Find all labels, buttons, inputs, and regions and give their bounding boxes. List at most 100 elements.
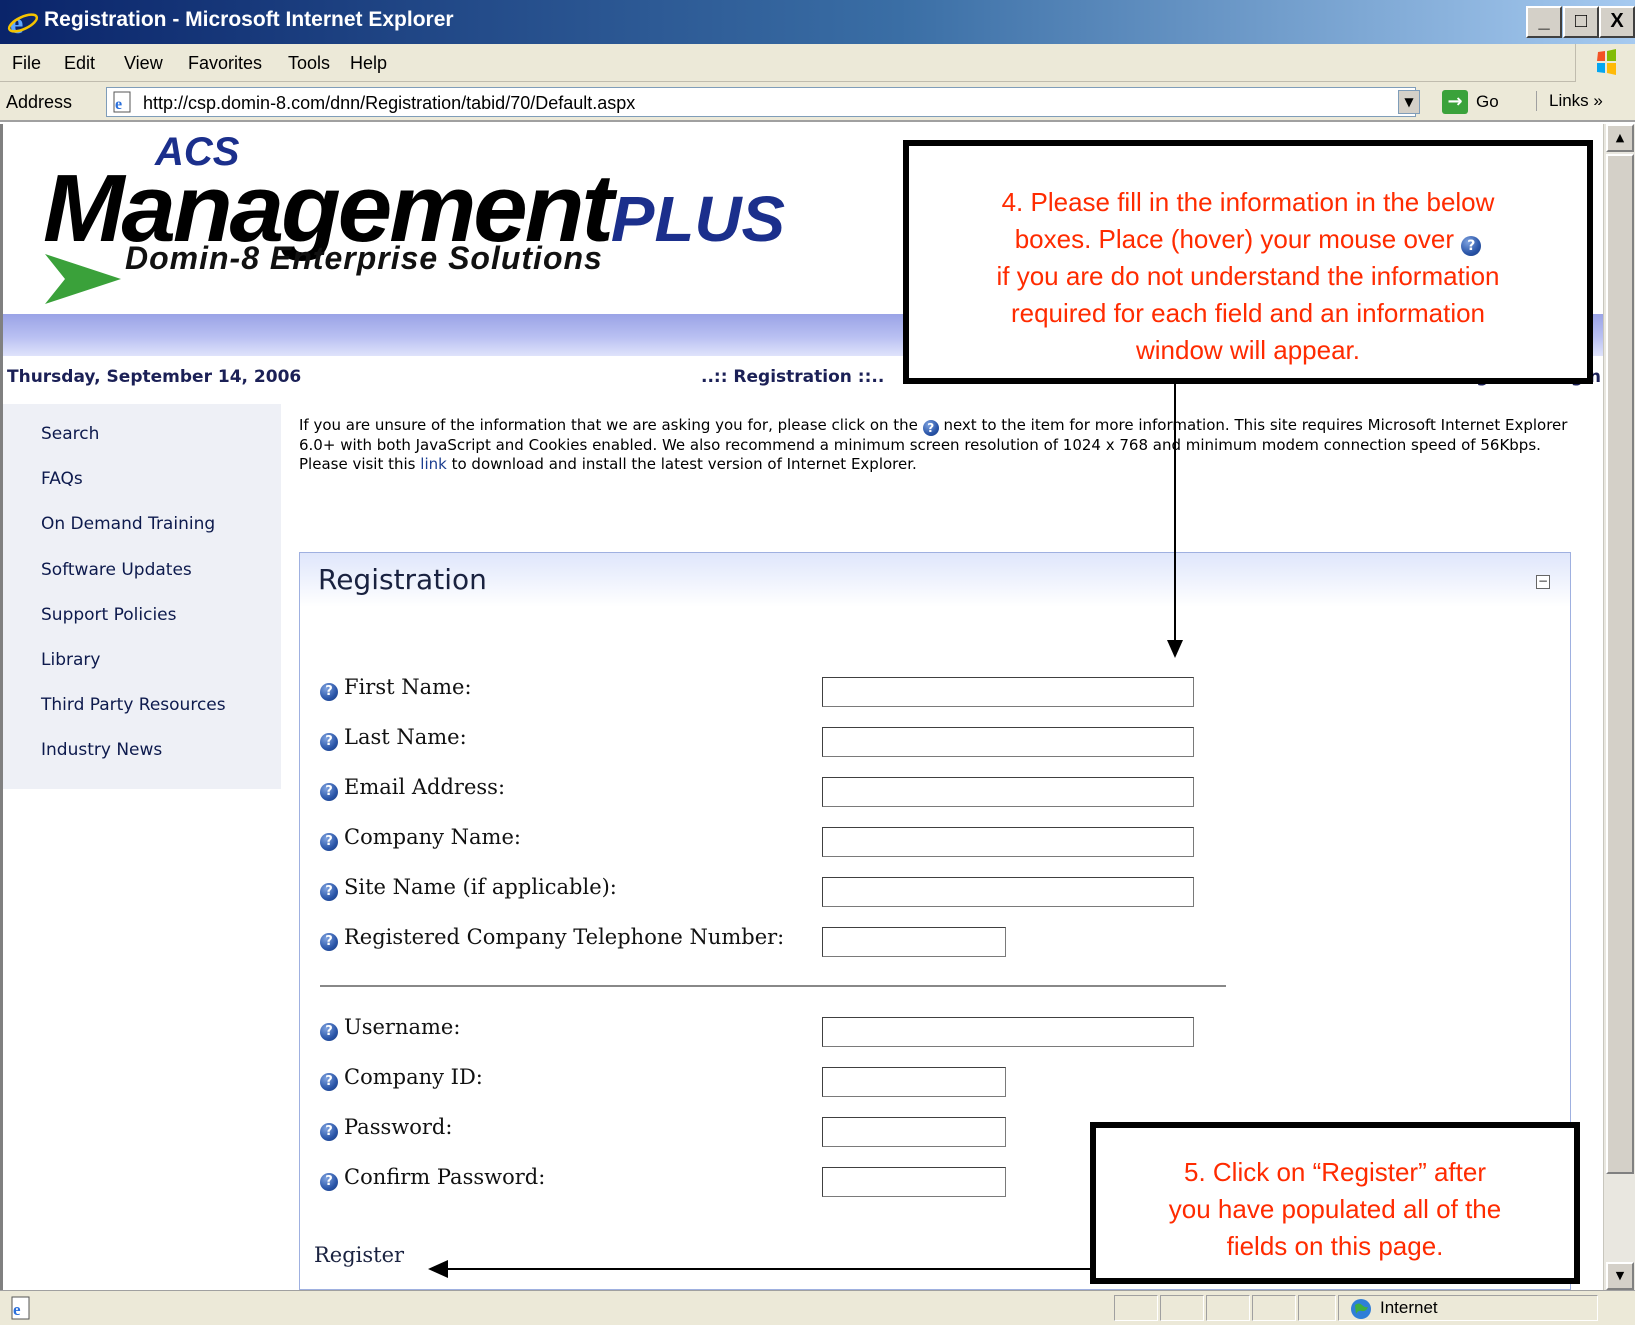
field-label: Confirm Password: xyxy=(344,1165,546,1189)
menu-file[interactable]: File xyxy=(12,53,41,74)
field-row-company-id: ? Company ID: xyxy=(320,1065,483,1091)
menu-edit[interactable]: Edit xyxy=(64,53,95,74)
maximize-button[interactable]: □ xyxy=(1563,6,1599,38)
telephone-input[interactable] xyxy=(822,927,1006,957)
collapse-icon[interactable]: − xyxy=(1536,575,1550,589)
site-name-input[interactable] xyxy=(822,877,1194,907)
current-date: Thursday, September 14, 2006 xyxy=(7,367,302,387)
callout-5-line-2: you have populated all of the xyxy=(1168,1194,1502,1224)
sidebar-item-support-policies[interactable]: Support Policies xyxy=(41,605,177,625)
sidebar-item-library[interactable]: Library xyxy=(41,650,100,670)
field-label: Company Name: xyxy=(344,825,521,849)
menu-tools[interactable]: Tools xyxy=(288,53,330,74)
address-label: Address xyxy=(6,92,73,112)
first-name-input[interactable] xyxy=(822,677,1194,707)
field-row-first-name: ? First Name: xyxy=(320,675,472,701)
breadcrumb: ..:: Registration ::.. xyxy=(701,367,885,387)
help-question-icon[interactable]: ? xyxy=(320,1123,338,1141)
form-divider xyxy=(320,985,1226,987)
username-input[interactable] xyxy=(822,1017,1194,1047)
field-label: Company ID: xyxy=(344,1065,483,1089)
callout-4-arrowhead-icon xyxy=(1167,640,1183,658)
help-question-icon[interactable]: ? xyxy=(320,833,338,851)
window-title: Registration - Microsoft Internet Explor… xyxy=(44,8,454,31)
help-question-icon[interactable]: ? xyxy=(320,1073,338,1091)
logo-plus-text: PLUS xyxy=(610,183,786,255)
callout-5-line-3: fields on this page. xyxy=(1226,1231,1444,1261)
globe-icon xyxy=(1351,1299,1371,1319)
register-button[interactable]: Register xyxy=(314,1243,404,1267)
help-question-icon[interactable]: ? xyxy=(320,733,338,751)
address-bar: Address e http://csp.domin-8.com/dnn/Reg… xyxy=(0,82,1635,122)
menu-favorites[interactable]: Favorites xyxy=(188,53,262,74)
help-question-icon[interactable]: ? xyxy=(320,1173,338,1191)
field-row-last-name: ? Last Name: xyxy=(320,725,467,751)
callout-4-line-2: boxes. Place (hover) your mouse over xyxy=(1014,224,1455,254)
callout-4-line-1: 4. Please fill in the information in the… xyxy=(1001,187,1495,217)
sidebar-item-third-party-resources[interactable]: Third Party Resources xyxy=(41,695,226,715)
links-button[interactable]: Links » xyxy=(1536,91,1603,111)
sidebar-item-on-demand-training[interactable]: On Demand Training xyxy=(41,514,215,534)
ie-logo-icon: e xyxy=(7,7,39,38)
panel-header: Registration − xyxy=(300,553,1570,607)
callout-5-arrowhead-icon xyxy=(428,1260,448,1278)
field-label: Last Name: xyxy=(344,725,467,749)
field-row-company-name: ? Company Name: xyxy=(320,825,521,851)
address-field[interactable]: e http://csp.domin-8.com/dnn/Registratio… xyxy=(106,87,1416,117)
help-question-icon[interactable]: ? xyxy=(320,933,338,951)
go-button[interactable]: → Go xyxy=(1440,87,1515,117)
address-url[interactable]: http://csp.domin-8.com/dnn/Registration/… xyxy=(143,93,635,114)
field-label: Email Address: xyxy=(344,775,506,799)
status-pane xyxy=(1298,1295,1336,1321)
sidebar-item-faqs[interactable]: FAQs xyxy=(41,469,83,489)
status-pane xyxy=(1114,1295,1158,1321)
field-label: Registered Company Telephone Number: xyxy=(344,925,785,949)
sidebar-item-industry-news[interactable]: Industry News xyxy=(41,740,162,760)
callout-4-arrow-line xyxy=(1174,384,1176,646)
minimize-button[interactable]: _ xyxy=(1526,6,1562,38)
callout-4-line-3: if you are do not understand the informa… xyxy=(996,261,1500,291)
company-id-input[interactable] xyxy=(822,1067,1006,1097)
help-question-icon[interactable]: ? xyxy=(320,783,338,801)
menu-help[interactable]: Help xyxy=(350,53,387,74)
sidebar-item-search[interactable]: Search xyxy=(41,424,99,444)
svg-text:e: e xyxy=(115,96,122,113)
scroll-down-button[interactable]: ▼ xyxy=(1606,1262,1634,1290)
field-label: Site Name (if applicable): xyxy=(344,875,617,899)
password-input[interactable] xyxy=(822,1117,1006,1147)
go-label: Go xyxy=(1476,92,1499,111)
status-pane xyxy=(1206,1295,1250,1321)
company-name-input[interactable] xyxy=(822,827,1194,857)
confirm-password-input[interactable] xyxy=(822,1167,1006,1197)
field-row-telephone: ? Registered Company Telephone Number: xyxy=(320,925,784,951)
callout-step-4: 4. Please fill in the information in the… xyxy=(903,140,1593,384)
status-pane xyxy=(1160,1295,1204,1321)
logo-tagline: Domin-8 Enterprise Solutions xyxy=(125,240,603,276)
field-row-site-name: ? Site Name (if applicable): xyxy=(320,875,617,901)
callout-4-line-4: required for each field and an informati… xyxy=(1010,298,1486,328)
menu-view[interactable]: View xyxy=(124,53,163,74)
sidebar: Search FAQs On Demand Training Software … xyxy=(3,404,281,789)
field-label: Password: xyxy=(344,1115,453,1139)
address-dropdown-button[interactable]: ▼ xyxy=(1398,90,1420,114)
help-question-icon: ? xyxy=(922,420,939,436)
scroll-thumb[interactable] xyxy=(1606,154,1634,1174)
title-bar: e Registration - Microsoft Internet Expl… xyxy=(0,0,1635,44)
menu-bar: File Edit View Favorites Tools Help xyxy=(0,44,1635,82)
help-question-icon[interactable]: ? xyxy=(320,683,338,701)
help-question-icon[interactable]: ? xyxy=(320,1023,338,1041)
vertical-scrollbar[interactable]: ▲ ▼ xyxy=(1603,124,1635,1290)
scroll-up-button[interactable]: ▲ xyxy=(1606,124,1634,152)
panel-title: Registration xyxy=(318,563,487,596)
ie-download-link[interactable]: link xyxy=(420,455,447,473)
callout-4-line-5: window will appear. xyxy=(1135,335,1360,365)
page-status-icon: e xyxy=(11,1296,30,1320)
close-button[interactable]: X xyxy=(1599,6,1635,38)
sidebar-item-software-updates[interactable]: Software Updates xyxy=(41,560,192,580)
last-name-input[interactable] xyxy=(822,727,1194,757)
svg-text:e: e xyxy=(13,1300,21,1319)
email-input[interactable] xyxy=(822,777,1194,807)
help-question-icon: ? xyxy=(1461,236,1482,256)
help-question-icon[interactable]: ? xyxy=(320,883,338,901)
intro-part-1: If you are unsure of the information tha… xyxy=(299,416,918,434)
